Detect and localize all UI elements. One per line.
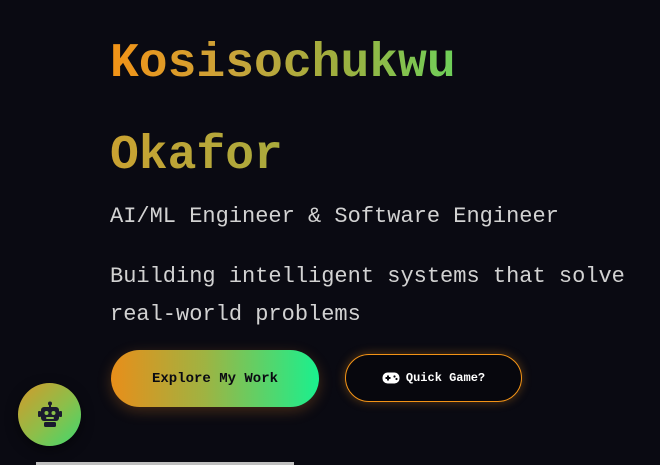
role-subtitle: AI/ML Engineer & Software Engineer (110, 204, 559, 229)
chatbot-button[interactable] (18, 383, 81, 446)
name-first: Kosisochukwu (110, 18, 456, 110)
robot-icon (36, 401, 64, 429)
quick-game-label: Quick Game? (405, 371, 486, 385)
tagline: Building intelligent systems that solve … (110, 264, 625, 327)
hero-section: Kosisochukwu Okafor AI/ML Engineer & Sof… (110, 18, 650, 327)
quick-game-button[interactable]: Quick Game? (345, 354, 522, 402)
page-title: Kosisochukwu Okafor (110, 18, 650, 202)
name-last: Okafor (110, 110, 283, 202)
explore-work-button[interactable]: Explore My Work (111, 350, 319, 407)
gamepad-icon (382, 372, 400, 384)
